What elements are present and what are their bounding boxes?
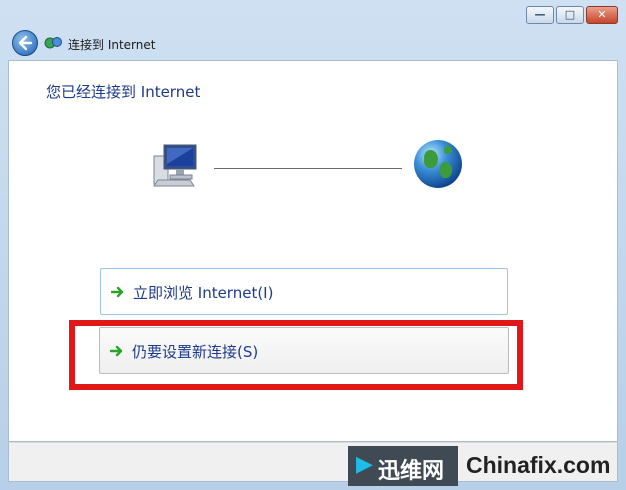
minimize-icon: — <box>534 8 546 21</box>
maximize-button[interactable]: □ <box>556 6 584 24</box>
watermark-brand-cn: 迅维网 <box>378 459 445 484</box>
back-button[interactable] <box>12 30 38 56</box>
watermark-logo-box: ▶ 迅维网 <box>348 446 458 486</box>
connection-line <box>214 168 402 169</box>
title-bar: — □ ✕ 连接到 Internet <box>0 0 626 60</box>
maximize-icon: □ <box>564 8 576 21</box>
window-frame: — □ ✕ 连接到 Internet 您已经连接到 Internet 立即浏览 … <box>0 0 626 490</box>
highlight-annotation <box>69 320 523 390</box>
close-button[interactable]: ✕ <box>586 6 618 24</box>
watermark-brand-en: Chinafix.com <box>466 452 611 478</box>
green-arrow-icon <box>111 286 124 298</box>
browse-internet-label: 立即浏览 Internet(I) <box>133 284 274 302</box>
back-arrow-icon <box>18 35 33 51</box>
globe-icon <box>414 140 462 188</box>
watermark: ▶ 迅维网 Chinafix.com <box>348 446 620 486</box>
computer-icon <box>153 144 197 187</box>
page-heading: 您已经连接到 Internet <box>46 83 201 101</box>
minimize-button[interactable]: — <box>526 6 554 24</box>
window-controls: — □ ✕ <box>526 6 618 24</box>
window-title: 连接到 Internet <box>68 38 156 52</box>
close-icon: ✕ <box>597 8 607 21</box>
watermark-logo-icon: ▶ <box>356 452 373 477</box>
browse-internet-option[interactable]: 立即浏览 Internet(I) <box>100 268 508 315</box>
network-icon <box>44 37 62 49</box>
